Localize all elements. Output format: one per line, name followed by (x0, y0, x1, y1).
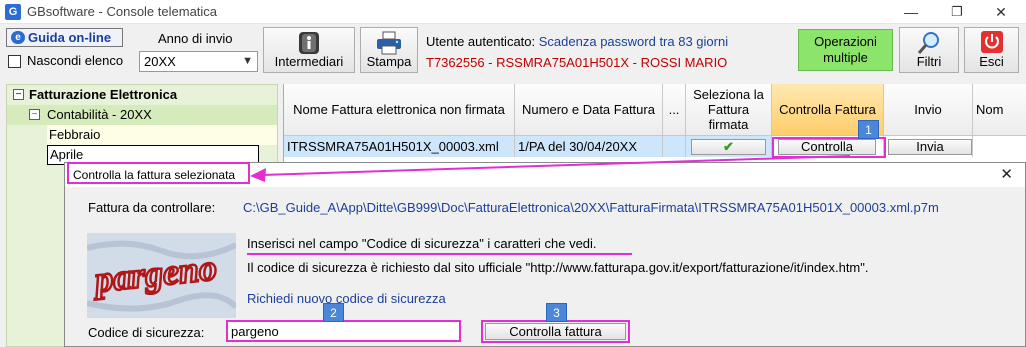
intermediari-button[interactable]: Intermediari (263, 27, 355, 73)
help-globe-icon: e (11, 31, 25, 44)
year-label: Anno di invio (158, 31, 233, 46)
tree-item-label: Febbraio (49, 127, 101, 142)
close-icon[interactable]: ✕ (1000, 165, 1013, 183)
hide-list-label: Nascondi elenco (27, 53, 124, 68)
power-icon (980, 31, 1003, 53)
stampa-label: Stampa (366, 54, 412, 69)
guide-online-button[interactable]: e Guida on-line (6, 28, 123, 47)
collapse-icon[interactable]: − (13, 89, 24, 100)
new-code-link[interactable]: Richiedi nuovo codice di sicurezza (247, 291, 446, 306)
check-invoice-button[interactable]: Controlla fattura (485, 323, 626, 340)
highlight-dialog-title (67, 162, 250, 184)
filters-button[interactable]: Filtri (899, 27, 959, 73)
callout-badge-1: 1 (858, 120, 879, 139)
invia-row-button[interactable]: Invia (888, 139, 972, 155)
chevron-down-icon: ▼ (242, 55, 253, 67)
window-titlebar: G GBsoftware - Console telematica — ❐ ✕ (0, 0, 1026, 24)
close-window-icon[interactable]: ✕ (978, 0, 1024, 24)
cell-nom (973, 136, 1026, 157)
column-header-more[interactable]: ... (663, 84, 686, 136)
restore-icon[interactable]: ❐ (934, 0, 980, 24)
captcha-image: pargeno (87, 233, 236, 318)
tree-item-febbraio[interactable]: Febbraio (47, 125, 277, 145)
security-code-field[interactable]: pargeno (226, 320, 461, 342)
callout-arrow (250, 155, 851, 182)
intermediari-label: Intermediari (274, 54, 344, 69)
column-header-nom[interactable]: Nom (973, 84, 1026, 136)
callout-badge-2: 2 (323, 303, 344, 322)
tree-item-fatturazione[interactable]: − Fatturazione Elettronica (7, 85, 277, 105)
multiple-operations-button[interactable]: Operazioni multiple (798, 29, 893, 71)
year-select-value: 20XX (144, 54, 176, 69)
user-auth-prefix: Utente autenticato: (426, 34, 536, 49)
exit-button[interactable]: Esci (964, 27, 1019, 73)
tree-item-label: Contabilità - 20XX (47, 107, 152, 122)
guide-online-label: Guida on-line (28, 30, 112, 45)
filters-label: Filtri (916, 54, 942, 69)
captcha-info: Il codice di sicurezza è richiesto dal s… (247, 260, 869, 275)
magnifier-icon (917, 32, 939, 54)
password-expiry-notice: Scadenza password tra 83 giorni (538, 34, 729, 49)
user-auth-status: Utente autenticato: Scadenza password tr… (426, 34, 728, 49)
minimize-icon[interactable]: — (888, 0, 934, 24)
tree-item-label: Fatturazione Elettronica (29, 87, 178, 102)
multiple-operations-label-1: Operazioni (814, 34, 877, 49)
tree-item-contabilita[interactable]: − Contabilità - 20XX (7, 105, 277, 125)
year-select[interactable]: 20XX ▼ (139, 51, 258, 72)
callout-badge-3: 3 (546, 303, 567, 322)
column-header-invio[interactable]: Invio (884, 84, 973, 136)
window-title: GBsoftware - Console telematica (27, 4, 218, 19)
printer-icon (377, 31, 401, 55)
file-to-check-label: Fattura da controllare: (88, 200, 216, 215)
hide-list-checkbox[interactable] (8, 55, 21, 68)
column-header-number[interactable]: Numero e Data Fattura (515, 84, 663, 136)
multiple-operations-label-2: multiple (823, 50, 868, 65)
captcha-instruction: Inserisci nel campo "Codice di sicurezza… (247, 236, 597, 251)
stampa-button[interactable]: Stampa (360, 27, 418, 73)
captcha-graphic: pargeno (87, 233, 236, 318)
collapse-icon[interactable]: − (29, 109, 40, 120)
app-logo-icon: G (5, 4, 21, 20)
instruction-underline (247, 253, 632, 255)
intermediari-icon (299, 32, 319, 54)
file-path: C:\GB_Guide_A\App\Ditte\GB999\Doc\Fattur… (243, 200, 939, 215)
security-code-label: Codice di sicurezza: (88, 325, 205, 340)
exit-label: Esci (979, 54, 1004, 69)
user-identity: T7362556 - RSSMRA75A01H501X - ROSSI MARI… (426, 55, 728, 70)
security-code-value: pargeno (231, 324, 279, 339)
column-header-file[interactable]: Nome Fattura elettronica non firmata (284, 84, 515, 136)
column-header-select[interactable]: Seleziona la Fattura firmata (686, 84, 772, 136)
